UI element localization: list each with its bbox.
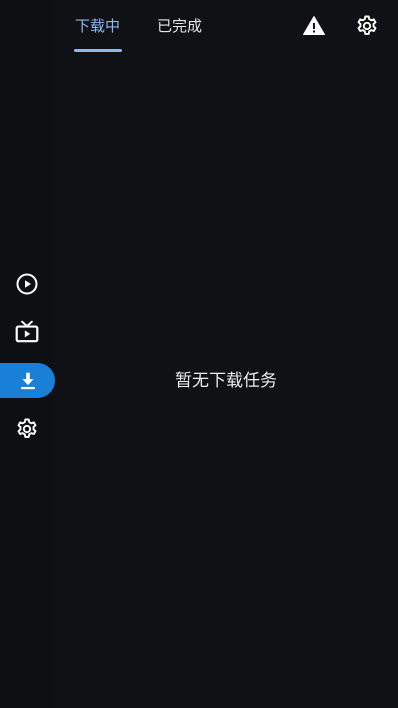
warning-icon [303, 16, 325, 35]
warning-button[interactable] [302, 14, 326, 38]
tab-completed[interactable]: 已完成 [157, 14, 202, 38]
nav-item-settings[interactable] [0, 411, 54, 447]
empty-state-message: 暂无下载任务 [175, 371, 277, 391]
settings-icon [357, 15, 377, 35]
active-tab-indicator [74, 49, 122, 52]
nav-item-player[interactable] [0, 266, 54, 302]
nav-rail [0, 0, 55, 708]
settings-button[interactable] [355, 14, 379, 38]
nav-item-tv[interactable] [0, 314, 54, 350]
app-window: 下载中 已完成 暂无下载任务 [0, 0, 398, 708]
play-circle-icon [16, 273, 38, 295]
download-icon [20, 372, 35, 389]
tv-icon [15, 320, 39, 343]
nav-item-downloads[interactable] [0, 363, 55, 398]
tab-downloading[interactable]: 下载中 [75, 14, 120, 38]
settings-icon [17, 418, 37, 438]
